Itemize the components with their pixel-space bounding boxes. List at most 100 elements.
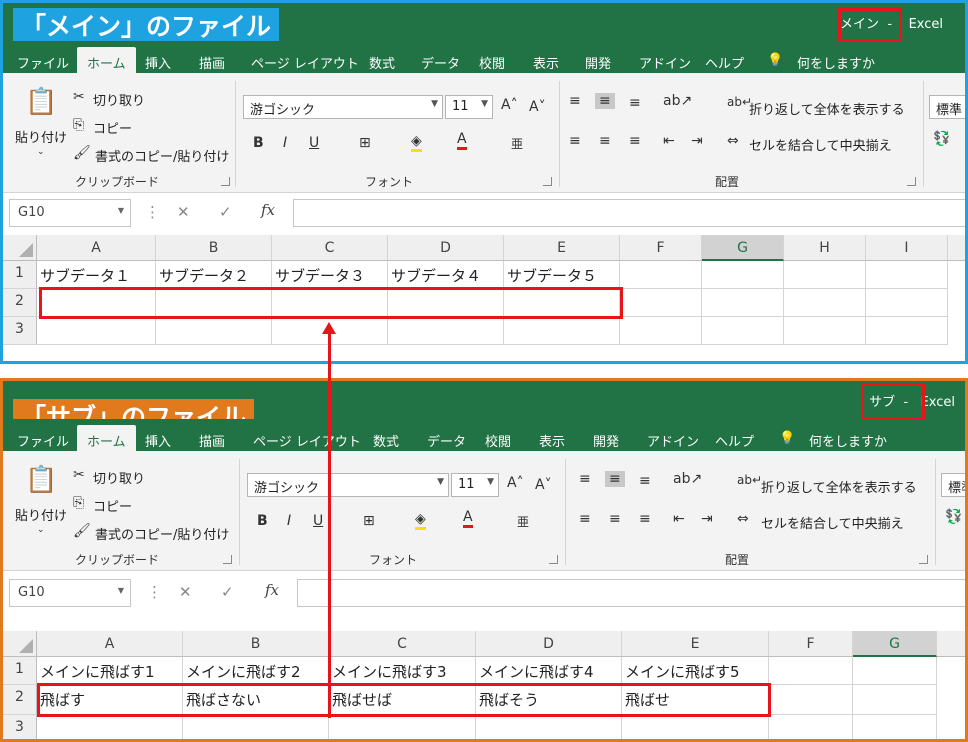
align-middle-icon[interactable]: ≡	[605, 471, 625, 487]
select-all-button[interactable]	[3, 631, 37, 657]
tab-help[interactable]: ヘルプ	[715, 431, 754, 450]
cell-g1[interactable]	[702, 261, 784, 289]
column-header-next[interactable]	[937, 631, 965, 657]
cell-f3[interactable]	[620, 317, 702, 345]
currency-icon[interactable]: 💱	[933, 131, 950, 147]
font-color-icon[interactable]: A	[457, 131, 467, 150]
align-right-icon[interactable]: ≡	[639, 511, 651, 527]
cell-f1[interactable]	[620, 261, 702, 289]
italic-icon[interactable]: I	[283, 135, 287, 151]
dialog-launcher-icon[interactable]	[907, 177, 916, 186]
formula-input[interactable]	[297, 579, 965, 607]
cell-a1[interactable]: メインに飛ばす1	[37, 657, 183, 685]
cell-g2[interactable]	[853, 685, 937, 715]
italic-icon[interactable]: I	[287, 513, 291, 529]
row-header-3[interactable]: 3	[3, 317, 37, 345]
column-header-b[interactable]: B	[183, 631, 329, 657]
tab-formulas[interactable]: 数式	[369, 53, 395, 72]
decrease-font-icon[interactable]: A˅	[535, 477, 552, 493]
cell-f2[interactable]	[620, 289, 702, 317]
align-left-icon[interactable]: ≡	[579, 511, 591, 527]
column-header-g[interactable]: G	[853, 631, 937, 657]
cell-e1[interactable]: メインに飛ばす5	[622, 657, 769, 685]
underline-icon[interactable]: U	[313, 513, 323, 529]
dialog-launcher-icon[interactable]	[543, 177, 552, 186]
copy-button[interactable]: コピー	[93, 118, 132, 137]
decrease-indent-icon[interactable]: ⇤	[663, 133, 675, 149]
insert-function-icon[interactable]: fx	[265, 581, 279, 599]
bold-icon[interactable]: B	[253, 135, 264, 151]
tab-addins[interactable]: アドイン	[639, 53, 691, 72]
tab-page-layout[interactable]: ページ レイアウト	[253, 431, 361, 450]
cell-c1[interactable]: サブデータ３	[272, 261, 388, 289]
phonetic-icon[interactable]: 亜	[511, 135, 523, 152]
cell-i2[interactable]	[866, 289, 948, 317]
column-header-c[interactable]: C	[329, 631, 476, 657]
cut-button[interactable]: 切り取り	[93, 468, 145, 487]
column-header-d[interactable]: D	[476, 631, 622, 657]
enter-icon[interactable]: ✓	[219, 203, 232, 221]
column-header-a[interactable]: A	[37, 235, 156, 261]
cell-h2[interactable]	[784, 289, 866, 317]
tell-me-search[interactable]: 何をしますか	[809, 431, 887, 450]
borders-icon[interactable]: ⊞	[359, 135, 371, 151]
tab-review[interactable]: 校閲	[485, 431, 511, 450]
cell-h1[interactable]	[784, 261, 866, 289]
row-header-2[interactable]: 2	[3, 289, 37, 317]
tab-developer[interactable]: 開発	[593, 431, 619, 450]
wrap-text-button[interactable]: 折り返して全体を表示する	[761, 477, 917, 496]
currency-icon[interactable]: 💱	[945, 509, 962, 525]
row-header-1[interactable]: 1	[3, 261, 37, 289]
increase-font-icon[interactable]: A˄	[501, 97, 518, 113]
column-header-g[interactable]: G	[702, 235, 784, 261]
cell-c1[interactable]: メインに飛ばす3	[329, 657, 476, 685]
column-header-i[interactable]: I	[866, 235, 948, 261]
increase-indent-icon[interactable]: ⇥	[691, 133, 703, 149]
tab-insert[interactable]: 挿入	[145, 431, 171, 450]
number-format-dropdown[interactable]: 標準	[941, 473, 965, 497]
chevron-down-icon[interactable]: ⌄	[37, 525, 45, 535]
cell-b1[interactable]: サブデータ２	[156, 261, 272, 289]
align-center-icon[interactable]: ≡	[609, 511, 621, 527]
cell-i1[interactable]	[866, 261, 948, 289]
font-size-dropdown[interactable]: 11 ▼	[451, 473, 499, 497]
tab-insert[interactable]: 挿入	[145, 53, 171, 72]
cell-f2[interactable]	[769, 685, 853, 715]
tab-file[interactable]: ファイル	[17, 53, 69, 72]
row-header-3[interactable]: 3	[3, 715, 37, 739]
cell-f3[interactable]	[769, 715, 853, 739]
cell-g2[interactable]	[702, 289, 784, 317]
decrease-font-icon[interactable]: A˅	[529, 99, 546, 115]
decrease-indent-icon[interactable]: ⇤	[673, 511, 685, 527]
font-size-dropdown[interactable]: 11 ▼	[445, 95, 493, 119]
cell-d1[interactable]: メインに飛ばす4	[476, 657, 622, 685]
cell-a3[interactable]	[37, 317, 156, 345]
cell-d3[interactable]	[476, 715, 622, 739]
row-header-2[interactable]: 2	[3, 685, 37, 715]
column-header-h[interactable]: H	[784, 235, 866, 261]
phonetic-icon[interactable]: 亜	[517, 513, 529, 530]
align-top-icon[interactable]: ≡	[569, 93, 581, 109]
fill-color-icon[interactable]: ◈	[411, 133, 422, 152]
bold-icon[interactable]: B	[257, 513, 268, 529]
cell-e3[interactable]	[622, 715, 769, 739]
cut-button[interactable]: 切り取り	[93, 90, 145, 109]
font-name-dropdown[interactable]: 游ゴシック ▼	[243, 95, 443, 119]
align-bottom-icon[interactable]: ≡	[639, 473, 651, 489]
dialog-launcher-icon[interactable]	[549, 555, 558, 564]
increase-indent-icon[interactable]: ⇥	[701, 511, 713, 527]
tab-home[interactable]: ホーム	[77, 425, 136, 451]
align-bottom-icon[interactable]: ≡	[629, 95, 641, 111]
cell-c3[interactable]	[329, 715, 476, 739]
cell-g1[interactable]	[853, 657, 937, 685]
tab-data[interactable]: データ	[421, 53, 460, 72]
column-header-e[interactable]: E	[504, 235, 620, 261]
cell-d1[interactable]: サブデータ４	[388, 261, 504, 289]
cell-h3[interactable]	[784, 317, 866, 345]
name-box[interactable]: G10 ▼	[9, 579, 131, 607]
column-header-next[interactable]	[948, 235, 965, 261]
cell-b3[interactable]	[183, 715, 329, 739]
dialog-launcher-icon[interactable]	[221, 177, 230, 186]
font-color-icon[interactable]: A	[463, 509, 473, 528]
cancel-icon[interactable]: ✕	[177, 203, 190, 221]
